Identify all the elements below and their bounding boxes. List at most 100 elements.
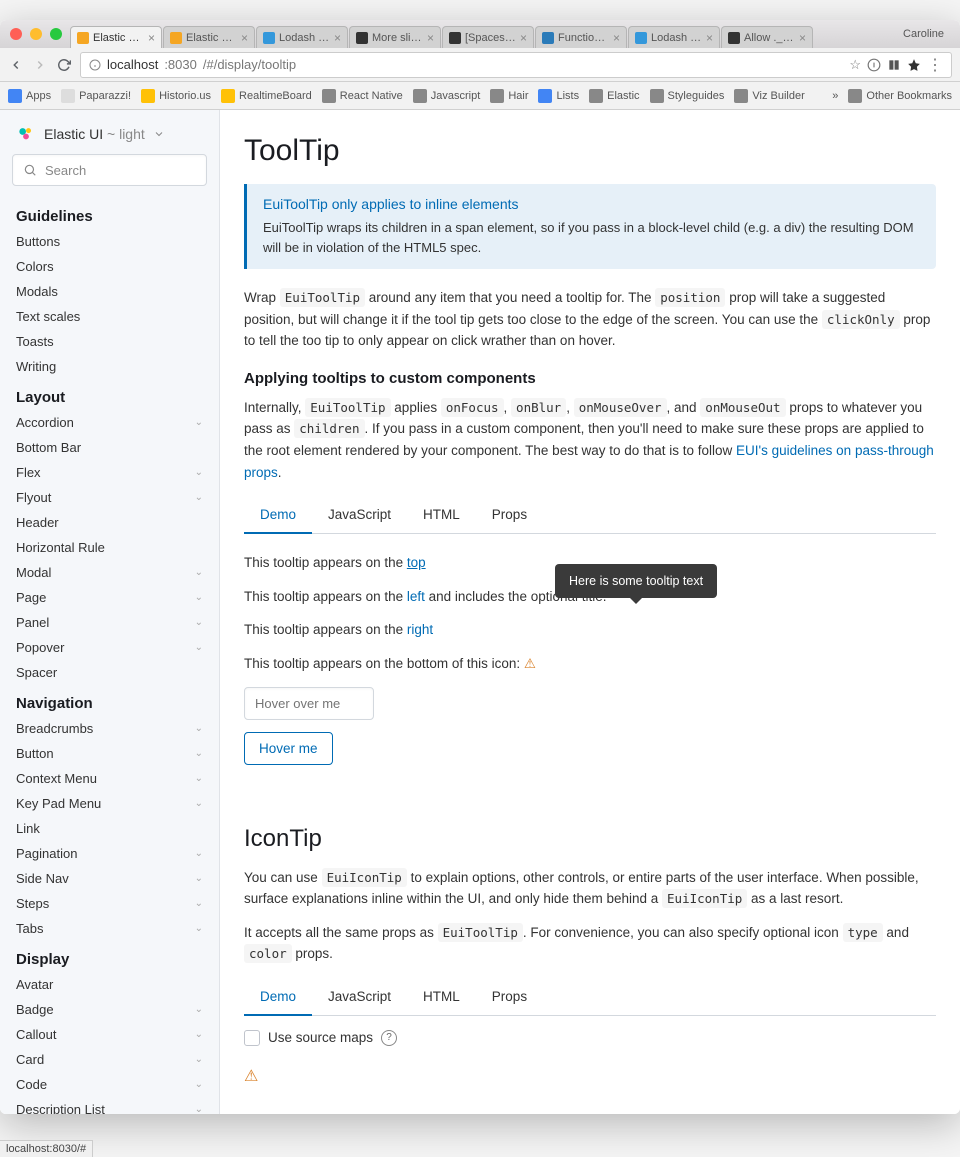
code-tab[interactable]: HTML — [407, 979, 476, 1015]
hover-button[interactable]: Hover me — [244, 732, 333, 765]
sidebar-item[interactable]: Panel⌄ — [0, 610, 219, 635]
code-tab[interactable]: Props — [476, 979, 543, 1015]
bookmark-overflow[interactable]: » — [832, 90, 838, 102]
star-icon[interactable]: ☆ — [849, 57, 861, 73]
sidebar-item[interactable]: Text scales — [0, 304, 219, 329]
tab-label: Lodash Doc — [279, 32, 330, 44]
extension-icon-2[interactable] — [887, 58, 901, 72]
source-maps-checkbox[interactable] — [244, 1030, 260, 1046]
close-tab-icon[interactable]: × — [613, 31, 620, 45]
sidebar-item[interactable]: Modals — [0, 279, 219, 304]
bookmark-item[interactable]: Hair — [490, 89, 528, 103]
close-tab-icon[interactable]: × — [799, 31, 806, 45]
sidebar-item[interactable]: Link — [0, 816, 219, 841]
bookmark-item[interactable]: React Native — [322, 89, 403, 103]
chevron-down-icon[interactable] — [153, 128, 165, 140]
close-tab-icon[interactable]: × — [148, 31, 155, 45]
bookmark-item[interactable]: Elastic — [589, 89, 639, 103]
menu-icon[interactable]: ⋮ — [927, 55, 943, 75]
sidebar-item[interactable]: Header — [0, 510, 219, 535]
browser-tab[interactable]: Elastic UI Fr× — [163, 26, 255, 48]
tooltip-left-link[interactable]: left — [407, 589, 425, 604]
sidebar-item[interactable]: Writing — [0, 354, 219, 379]
sidebar-item[interactable]: Spacer — [0, 660, 219, 685]
sidebar-item[interactable]: Card⌄ — [0, 1047, 219, 1072]
sidebar-item[interactable]: Toasts — [0, 329, 219, 354]
code-tab[interactable]: HTML — [407, 497, 476, 533]
alert-icon-2[interactable]: ⚠ — [244, 1068, 258, 1085]
help-icon[interactable]: ? — [381, 1030, 397, 1046]
sidebar-nav[interactable]: GuidelinesButtonsColorsModalsText scales… — [0, 198, 219, 1114]
code-tab[interactable]: JavaScript — [312, 497, 407, 533]
code-tab[interactable]: Demo — [244, 497, 312, 534]
code-tab[interactable]: Props — [476, 497, 543, 533]
sidebar-item[interactable]: Bottom Bar — [0, 435, 219, 460]
other-bookmarks[interactable]: Other Bookmarks — [848, 89, 952, 103]
close-tab-icon[interactable]: × — [334, 31, 341, 45]
extension-icon-3[interactable] — [907, 58, 921, 72]
close-window-button[interactable] — [10, 28, 22, 40]
sidebar-item[interactable]: Flyout⌄ — [0, 485, 219, 510]
bookmark-item[interactable]: Viz Builder — [734, 89, 804, 103]
sidebar-item[interactable]: Flex⌄ — [0, 460, 219, 485]
sidebar-item[interactable]: Buttons — [0, 229, 219, 254]
close-tab-icon[interactable]: × — [241, 31, 248, 45]
sidebar-item[interactable]: Popover⌄ — [0, 635, 219, 660]
address-bar: localhost:8030/#/display/tooltip ☆ ⋮ — [0, 48, 960, 82]
close-tab-icon[interactable]: × — [706, 31, 713, 45]
sidebar-item[interactable]: Side Nav⌄ — [0, 866, 219, 891]
tooltip-right-link[interactable]: right — [407, 622, 433, 637]
bookmark-item[interactable]: Paparazzi! — [61, 89, 131, 103]
close-tab-icon[interactable]: × — [427, 31, 434, 45]
sidebar-item[interactable]: Page⌄ — [0, 585, 219, 610]
bookmark-item[interactable]: Styleguides — [650, 89, 725, 103]
browser-tab[interactable]: Elastic UI Fr× — [70, 26, 162, 48]
sidebar-item[interactable]: Steps⌄ — [0, 891, 219, 916]
tooltip-top-link[interactable]: top — [407, 555, 426, 570]
code-tab[interactable]: Demo — [244, 979, 312, 1016]
sidebar-item[interactable]: Pagination⌄ — [0, 841, 219, 866]
browser-tab[interactable]: Allow ._inRa× — [721, 26, 813, 48]
callout-body: EuiToolTip wraps its children in a span … — [263, 218, 920, 257]
sidebar-title: Elastic UI ~ light — [44, 126, 145, 142]
sidebar-item[interactable]: Callout⌄ — [0, 1022, 219, 1047]
sidebar-item[interactable]: Accordion⌄ — [0, 410, 219, 435]
sidebar-item[interactable]: Description List⌄ — [0, 1097, 219, 1114]
browser-tab[interactable]: More sliders× — [349, 26, 441, 48]
sidebar-item[interactable]: Avatar — [0, 972, 219, 997]
browser-tab[interactable]: [Spaces] - F× — [442, 26, 534, 48]
browser-tab[interactable]: Functions |× — [535, 26, 627, 48]
hover-input[interactable] — [244, 687, 374, 720]
bookmark-item[interactable]: Historio.us — [141, 89, 211, 103]
bookmark-item[interactable]: RealtimeBoard — [221, 89, 312, 103]
sidebar-item[interactable]: Breadcrumbs⌄ — [0, 716, 219, 741]
sidebar-item[interactable]: Horizontal Rule — [0, 535, 219, 560]
sidebar-item[interactable]: Tabs⌄ — [0, 916, 219, 941]
maximize-window-button[interactable] — [50, 28, 62, 40]
profile-label[interactable]: Caroline — [903, 28, 950, 40]
sidebar-item[interactable]: Badge⌄ — [0, 997, 219, 1022]
url-bar[interactable]: localhost:8030/#/display/tooltip ☆ ⋮ — [80, 52, 952, 78]
sidebar-item[interactable]: Code⌄ — [0, 1072, 219, 1097]
back-button[interactable] — [8, 57, 24, 73]
reload-button[interactable] — [56, 57, 72, 73]
sidebar-item[interactable]: Colors — [0, 254, 219, 279]
bookmark-item[interactable]: Apps — [8, 89, 51, 103]
forward-button[interactable] — [32, 57, 48, 73]
sidebar-item[interactable]: Modal⌄ — [0, 560, 219, 585]
bookmark-item[interactable]: Javascript — [413, 89, 481, 103]
minimize-window-button[interactable] — [30, 28, 42, 40]
sidebar-header[interactable]: Elastic UI ~ light — [0, 110, 219, 154]
search-input[interactable]: Search — [12, 154, 207, 186]
sidebar-item[interactable]: Key Pad Menu⌄ — [0, 791, 219, 816]
url-path: /#/display/tooltip — [203, 57, 296, 72]
browser-tab[interactable]: Lodash Doc × — [256, 26, 348, 48]
code-tab[interactable]: JavaScript — [312, 979, 407, 1015]
browser-tab[interactable]: Lodash Doc× — [628, 26, 720, 48]
close-tab-icon[interactable]: × — [520, 31, 527, 45]
sidebar-item[interactable]: Button⌄ — [0, 741, 219, 766]
alert-icon[interactable]: ⚠ — [524, 656, 536, 671]
sidebar-item[interactable]: Context Menu⌄ — [0, 766, 219, 791]
extension-icon-1[interactable] — [867, 58, 881, 72]
bookmark-item[interactable]: Lists — [538, 89, 579, 103]
